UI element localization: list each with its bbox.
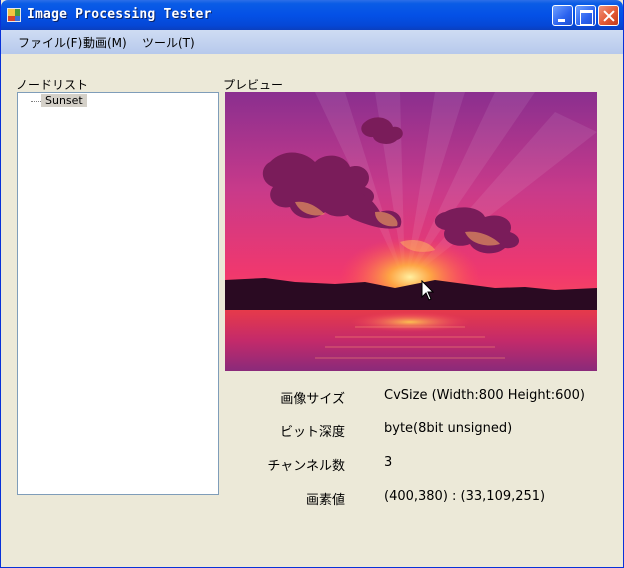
image-size-label: 画像サイズ	[280, 392, 345, 407]
menu-file[interactable]: ファイル(F)	[18, 34, 82, 51]
bit-depth-label: ビット深度	[279, 425, 345, 440]
mouse-cursor-icon	[421, 280, 435, 301]
main-window: Image Processing Tester ファイル(F) 動画(M) ツー…	[0, 0, 624, 568]
image-size-value: CvSize (Width:800 Height:600)	[384, 388, 585, 403]
menu-bar: ファイル(F) 動画(M) ツール(T)	[1, 30, 623, 54]
app-icon[interactable]	[7, 8, 21, 22]
menu-video[interactable]: 動画(M)	[83, 34, 127, 51]
close-button[interactable]	[598, 5, 619, 26]
tree-node-sunset[interactable]: Sunset	[41, 94, 87, 107]
sunset-picture	[225, 92, 597, 371]
bit-depth-value: byte(8bit unsigned)	[384, 421, 513, 436]
menu-tools[interactable]: ツール(T)	[142, 34, 195, 51]
preview-label: プレビュー	[223, 78, 284, 92]
minimize-button[interactable]	[552, 5, 573, 26]
pixel-value-label: 画素値	[305, 493, 345, 508]
title-bar[interactable]: Image Processing Tester	[1, 0, 623, 30]
preview-image[interactable]	[225, 92, 597, 371]
node-tree[interactable]: Sunset	[17, 92, 219, 495]
channel-count-value: 3	[384, 455, 393, 470]
channel-count-label: チャンネル数	[267, 459, 345, 474]
node-list-label: ノードリスト	[16, 78, 89, 92]
window-title: Image Processing Tester	[27, 7, 212, 22]
maximize-button[interactable]	[575, 5, 596, 26]
pixel-value-value: (400,380) : (33,109,251)	[384, 489, 546, 504]
